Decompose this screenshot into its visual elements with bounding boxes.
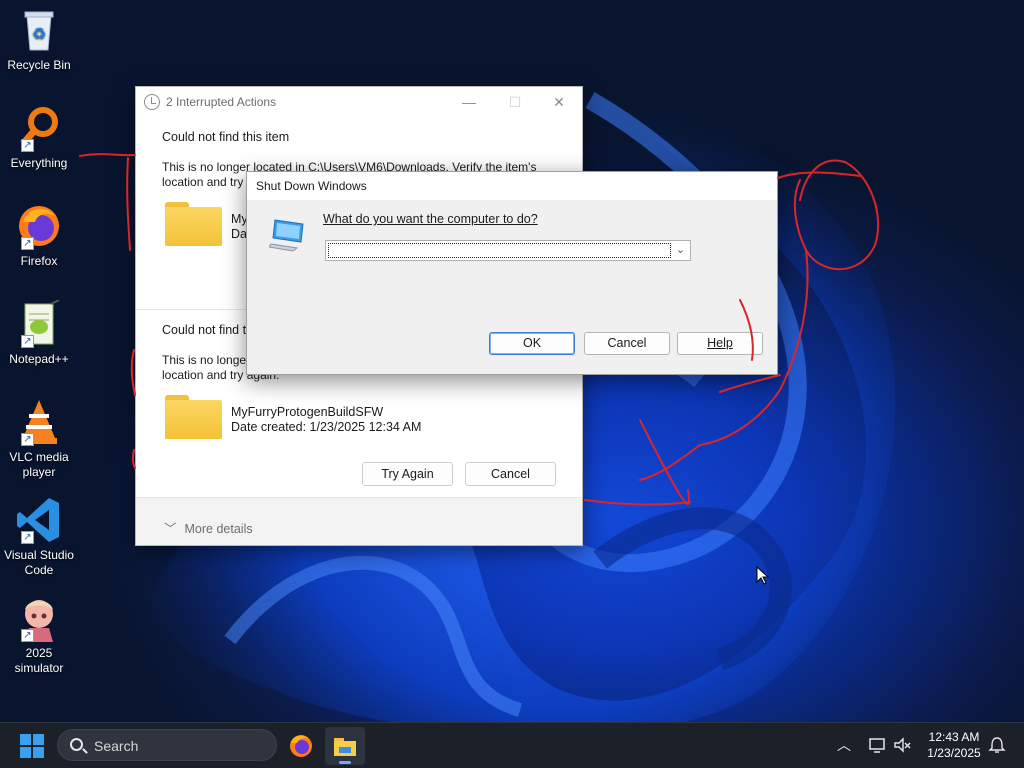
desktop-icon-label: Everything [10, 156, 68, 170]
item-heading: Could not find t [162, 323, 247, 337]
shortcut-arrow-icon: ↗ [21, 433, 34, 446]
shortcut-arrow-icon: ↗ [21, 237, 34, 250]
ok-button[interactable]: OK [489, 332, 575, 355]
desktop-icon-label: Notepad++ [9, 352, 69, 366]
dialog-titlebar[interactable]: 2 Interrupted Actions — ☐ ✕ [136, 87, 582, 117]
shutdown-windows-dialog: Shut Down Windows What do you want the c… [246, 171, 778, 375]
desktop-icon-2025-simulator[interactable]: ↗ 2025 simulator [2, 594, 76, 676]
shortcut-arrow-icon: ↗ [21, 531, 34, 544]
clock-icon [144, 94, 160, 110]
anime-character-icon: ↗ [15, 594, 63, 642]
shortcut-arrow-icon: ↗ [21, 335, 34, 348]
computer-icon [268, 218, 307, 252]
everything-search-icon: ↗ [15, 104, 63, 152]
svg-text:♻: ♻ [32, 24, 46, 43]
volume-muted-icon[interactable] [893, 736, 911, 754]
item-heading: Could not find this item [162, 130, 290, 144]
desktop-icon-recycle-bin[interactable]: ♻ Recycle Bin [2, 6, 76, 73]
start-button[interactable] [20, 734, 44, 758]
desktop-icon-label: Visual Studio Code [4, 548, 74, 577]
vscode-icon: ↗ [15, 496, 63, 544]
shortcut-arrow-icon: ↗ [21, 139, 34, 152]
chevron-up-icon[interactable]: ︿ [837, 735, 851, 755]
taskbar-app-firefox[interactable] [281, 727, 321, 765]
more-details-toggle[interactable]: ﹀ More details [164, 518, 253, 537]
dialog-title: 2 Interrupted Actions [166, 95, 277, 109]
shutdown-question: What do you want the computer to do? [323, 212, 538, 226]
file-date: Date created: 1/23/2025 12:34 AM [231, 420, 422, 434]
shutdown-option-select[interactable]: ⌄ [325, 240, 691, 261]
help-button[interactable]: Help [677, 332, 763, 355]
firefox-icon: ↗ [15, 202, 63, 250]
taskbar-clock[interactable]: 12:43 AM 1/23/2025 [918, 729, 990, 761]
shortcut-arrow-icon: ↗ [21, 629, 34, 642]
desktop-icon-vlc[interactable]: ↗ VLC media player [2, 398, 76, 480]
vlc-icon: ↗ [15, 398, 63, 446]
select-focus-rect [328, 243, 671, 258]
recycle-bin-icon: ♻ [15, 6, 63, 54]
notification-bell-icon[interactable] [988, 736, 1006, 754]
chevron-down-icon: ﹀ [164, 522, 177, 536]
desktop-icon-label: VLC media player [9, 450, 69, 479]
network-icon[interactable] [868, 736, 886, 754]
file-explorer-icon [334, 738, 356, 756]
desktop-icon-everything[interactable]: ↗ Everything [2, 104, 76, 171]
file-name[interactable]: MyFurryProtogenBuildSFW [231, 405, 383, 419]
cancel-button[interactable]: Cancel [465, 462, 556, 486]
folder-icon [165, 202, 222, 246]
taskbar-search-box[interactable]: Search [57, 729, 277, 761]
maximize-button: ☐ [508, 94, 522, 110]
clock-time: 12:43 AM [928, 730, 980, 744]
dialog-titlebar[interactable]: Shut Down Windows [247, 172, 777, 200]
desktop-icon-label: Recycle Bin [7, 58, 71, 72]
taskbar-app-file-explorer[interactable] [325, 727, 365, 765]
taskbar: Search ︿ 12:43 AM 1/23/2025 [0, 722, 1024, 768]
try-again-button[interactable]: Try Again [362, 462, 453, 486]
folder-icon [165, 395, 222, 439]
desktop-icon-label: 2025 simulator [14, 646, 64, 675]
desktop-icon-label: Firefox [20, 254, 58, 268]
close-button[interactable]: ✕ [536, 87, 582, 117]
cancel-button[interactable]: Cancel [584, 332, 670, 355]
minimize-button[interactable]: — [446, 87, 492, 117]
dialog-title: Shut Down Windows [256, 179, 367, 193]
active-indicator [339, 761, 351, 764]
dialog-body: What do you want the computer to do? ⌄ O… [247, 200, 777, 374]
search-placeholder: Search [94, 738, 139, 754]
more-details-label: More details [184, 522, 253, 536]
notepad-plus-plus-icon: ↗ [15, 299, 63, 348]
firefox-icon [290, 735, 312, 757]
search-icon [70, 738, 83, 751]
desktop-icon-vscode[interactable]: ↗ Visual Studio Code [2, 496, 76, 578]
desktop-icon-notepadpp[interactable]: ↗ Notepad++ [2, 299, 76, 367]
mouse-cursor [756, 566, 770, 585]
question-text: What do you want the computer to do? [323, 212, 538, 226]
desktop-icon-firefox[interactable]: ↗ Firefox [2, 202, 76, 269]
clock-date: 1/23/2025 [927, 746, 981, 760]
chevron-down-icon[interactable]: ⌄ [671, 241, 690, 260]
